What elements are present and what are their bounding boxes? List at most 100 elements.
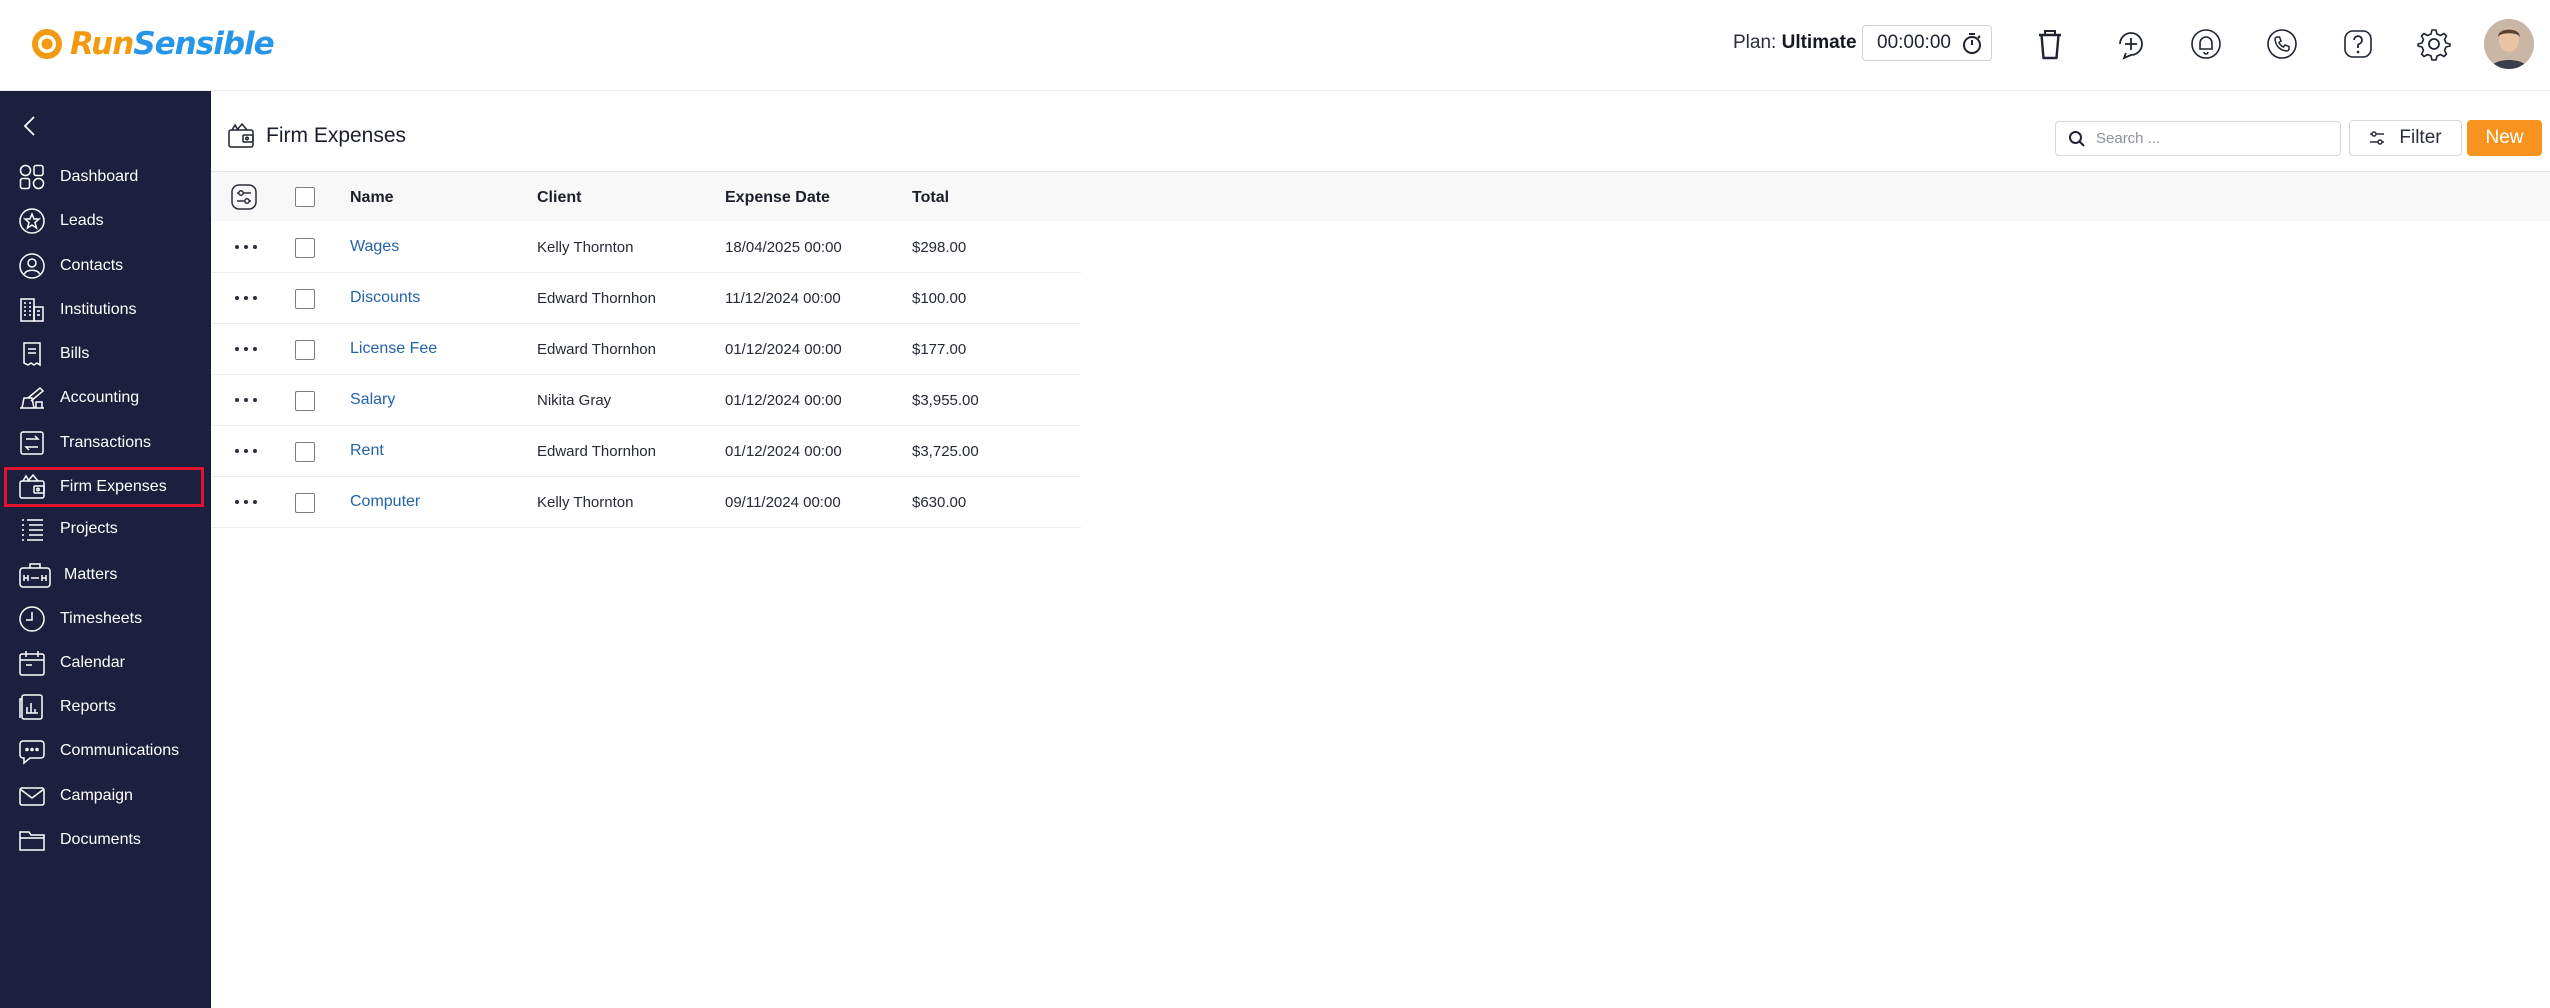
row-actions-more-icon[interactable] — [235, 237, 257, 257]
sidebar-item-label: Calendar — [60, 654, 125, 671]
clock-icon — [19, 606, 45, 632]
row-actions-more-icon[interactable] — [235, 339, 257, 359]
column-header-expense-date[interactable]: Expense Date — [725, 189, 830, 207]
sidebar-item-timesheets[interactable]: Timesheets — [0, 599, 211, 639]
sidebar-item-label: Institutions — [60, 301, 137, 318]
trash-icon[interactable] — [2030, 24, 2070, 64]
timer-value: 00:00:00 — [1877, 32, 1951, 53]
sidebar-item-label: Communications — [60, 742, 180, 759]
sidebar-item-label: Matters — [64, 566, 118, 583]
sidebar-item-contacts[interactable]: Contacts — [0, 246, 211, 286]
contact-icon — [19, 253, 45, 279]
expense-name-link[interactable]: Discounts — [350, 289, 420, 307]
folder-icon — [19, 831, 45, 851]
table-row[interactable]: Discounts Edward Thornhon 11/12/2024 00:… — [211, 273, 1081, 324]
row-checkbox[interactable] — [295, 493, 315, 513]
expense-total: $177.00 — [912, 341, 967, 358]
sidebar-item-dashboard[interactable]: Dashboard — [0, 157, 211, 197]
row-actions-more-icon[interactable] — [235, 441, 257, 461]
column-settings-icon[interactable] — [231, 184, 257, 210]
row-actions-more-icon[interactable] — [235, 492, 257, 512]
sidebar-item-projects[interactable]: Projects — [0, 509, 211, 549]
chat-icon — [19, 740, 45, 765]
sidebar-item-transactions[interactable]: Transactions — [0, 423, 211, 463]
add-reminder-icon[interactable] — [2111, 24, 2151, 64]
expense-name-link[interactable]: Rent — [350, 442, 384, 460]
sidebar-item-documents[interactable]: Documents — [0, 820, 211, 860]
sidebar-item-label: Campaign — [60, 787, 133, 804]
bill-icon — [23, 342, 41, 367]
table-row[interactable]: Salary Nikita Gray 01/12/2024 00:00 $3,9… — [211, 375, 1081, 426]
wallet-icon — [19, 473, 45, 499]
help-icon[interactable] — [2338, 24, 2378, 64]
row-checkbox[interactable] — [295, 340, 315, 360]
sidebar-item-calendar[interactable]: Calendar — [0, 643, 211, 683]
row-checkbox[interactable] — [295, 238, 315, 258]
plan-value: Ultimate — [1781, 32, 1857, 53]
expense-name-link[interactable]: License Fee — [350, 340, 437, 358]
expense-date: 09/11/2024 00:00 — [725, 494, 841, 511]
transactions-icon — [20, 431, 44, 455]
row-actions-more-icon[interactable] — [235, 390, 257, 410]
expense-total: $298.00 — [912, 239, 967, 256]
sidebar-item-communications[interactable]: Communications — [0, 731, 211, 771]
expense-name-link[interactable]: Wages — [350, 238, 399, 256]
expense-name-link[interactable]: Salary — [350, 391, 395, 409]
sidebar-item-institutions[interactable]: Institutions — [0, 290, 211, 330]
row-checkbox[interactable] — [295, 289, 315, 309]
plan-label: Plan: — [1733, 32, 1777, 53]
sidebar-item-bills[interactable]: Bills — [0, 334, 211, 374]
column-header-client[interactable]: Client — [537, 189, 581, 207]
sidebar-item-firm-expenses[interactable]: Firm Expenses — [4, 467, 204, 507]
new-expense-button[interactable]: New — [2467, 120, 2542, 156]
mail-icon — [19, 787, 45, 806]
sidebar-item-label: Reports — [60, 698, 117, 715]
sidebar-item-campaign[interactable]: Campaign — [0, 776, 211, 816]
column-header-name[interactable]: Name — [350, 189, 394, 207]
notification-bell-icon[interactable] — [2186, 24, 2226, 64]
briefcase-icon — [19, 563, 51, 588]
row-checkbox[interactable] — [295, 442, 315, 462]
expense-name-link[interactable]: Computer — [350, 493, 420, 511]
search-box[interactable] — [2055, 121, 2341, 156]
list-icon — [22, 519, 43, 541]
search-input[interactable] — [2096, 130, 2326, 147]
expense-total: $3,955.00 — [912, 392, 979, 409]
sidebar-item-accounting[interactable]: Accounting — [0, 378, 211, 418]
expense-total: $3,725.00 — [912, 443, 979, 460]
table-row[interactable]: License Fee Edward Thornhon 01/12/2024 0… — [211, 324, 1081, 375]
report-icon — [19, 694, 43, 720]
stopwatch-icon[interactable] — [1961, 31, 1983, 55]
filter-button[interactable]: Filter — [2349, 120, 2462, 156]
settings-gear-icon[interactable] — [2414, 24, 2454, 64]
table-row[interactable]: Rent Edward Thornhon 01/12/2024 00:00 $3… — [211, 426, 1081, 477]
table-row[interactable]: Computer Kelly Thornton 09/11/2024 00:00… — [211, 477, 1081, 528]
sidebar-item-label: Dashboard — [60, 168, 139, 185]
expense-client: Kelly Thornton — [537, 239, 634, 256]
expense-date: 01/12/2024 00:00 — [725, 392, 842, 409]
sidebar-item-label: Leads — [60, 212, 104, 229]
expense-date: 01/12/2024 00:00 — [725, 341, 842, 358]
phone-icon[interactable] — [2262, 24, 2302, 64]
sidebar-item-leads[interactable]: Leads — [0, 201, 211, 241]
collapse-sidebar-chevron-icon[interactable] — [18, 113, 44, 139]
select-all-checkbox[interactable] — [295, 187, 315, 207]
sidebar-item-label: Bills — [60, 345, 90, 362]
expense-date: 18/04/2025 00:00 — [725, 239, 842, 256]
table-row[interactable]: Wages Kelly Thornton 18/04/2025 00:00 $2… — [211, 222, 1081, 273]
expense-total: $100.00 — [912, 290, 967, 307]
building-icon — [20, 298, 44, 322]
row-checkbox[interactable] — [295, 391, 315, 411]
sidebar-item-matters[interactable]: Matters — [0, 555, 211, 595]
expense-date: 01/12/2024 00:00 — [725, 443, 842, 460]
column-header-total[interactable]: Total — [912, 189, 949, 207]
runsensible-logo[interactable]: RunSensible — [30, 24, 275, 64]
sidebar-item-label: Documents — [60, 831, 141, 848]
sidebar-item-label: Timesheets — [60, 610, 143, 627]
timer-widget[interactable]: 00:00:00 — [1862, 25, 1992, 61]
dashboard-icon — [19, 164, 45, 190]
sidebar-item-label: Transactions — [60, 434, 151, 451]
row-actions-more-icon[interactable] — [235, 288, 257, 308]
user-avatar[interactable] — [2484, 19, 2534, 69]
sidebar-item-reports[interactable]: Reports — [0, 687, 211, 727]
